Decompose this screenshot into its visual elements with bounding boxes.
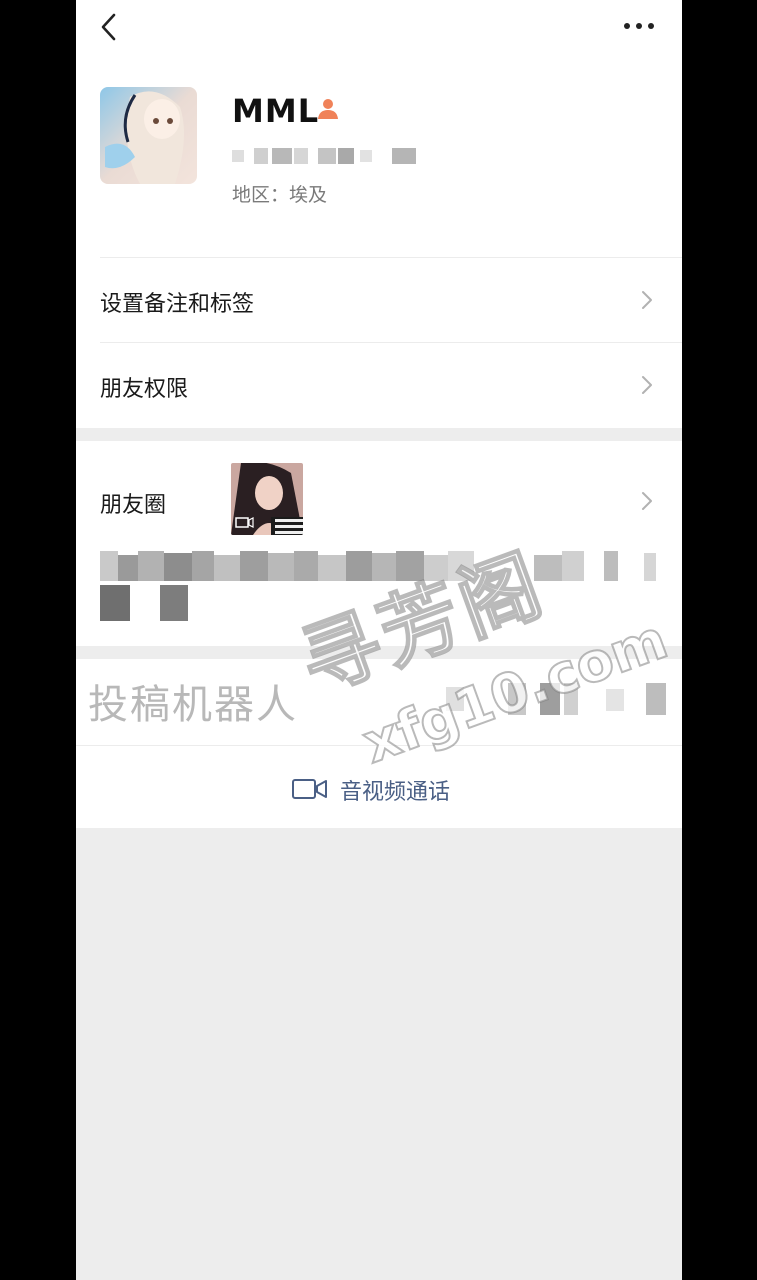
moments-photo [231,463,303,535]
wechat-id-blurred [232,146,422,166]
profile-name: MML [232,92,320,130]
video-camera-icon [292,779,327,799]
chevron-right-icon [642,376,652,394]
phone-screen: MML 地区：埃及 设置备注和标签 朋友权限 朋友圈 投稿机器人 音视频通话 寻… [76,0,682,1280]
moments-thumbnail[interactable] [231,463,303,535]
row-friend-permissions-label: 朋友权限 [100,377,189,402]
avatar-image [100,87,197,184]
av-call-button[interactable]: 音视频通话 [76,746,682,828]
settings-group: 设置备注和标签 朋友权限 [76,250,682,428]
profile-region: 地区：埃及 [232,184,328,206]
chevron-right-icon [642,291,652,309]
row-friend-permissions[interactable]: 朋友权限 [76,343,682,428]
bot-watermark-text: 投稿机器人 [88,682,298,728]
row-moments-label: 朋友圈 [100,493,167,518]
profile-header: MML 地区：埃及 [76,0,682,250]
message-text-blurred [446,683,676,715]
more-dots-icon[interactable] [621,14,657,38]
row-moments[interactable]: 朋友圈 [76,441,682,646]
person-icon [318,99,338,119]
chevron-right-icon [642,492,652,510]
avatar[interactable] [100,87,197,184]
chevron-left-icon[interactable] [94,12,124,42]
moments-text-blurred [100,551,660,623]
av-call-label: 音视频通话 [340,780,451,805]
row-remark-tags[interactable]: 设置备注和标签 [76,258,682,342]
row-remark-tags-label: 设置备注和标签 [100,292,255,317]
